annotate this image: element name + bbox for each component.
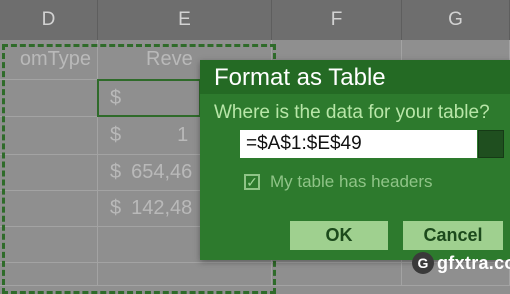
headers-checkbox-row[interactable]: ✓ My table has headers	[244, 172, 433, 192]
currency-symbol: $	[110, 161, 122, 183]
watermark-text: gfxtra.com	[437, 252, 510, 273]
currency-symbol: $	[110, 197, 122, 219]
cell-d7[interactable]	[0, 263, 98, 286]
cell-f7[interactable]	[272, 263, 402, 286]
collapse-dialog-button[interactable]	[478, 130, 504, 158]
range-field	[240, 130, 504, 158]
cell-e7[interactable]	[98, 263, 272, 286]
cell-d5[interactable]	[0, 191, 98, 227]
column-header-e[interactable]: E	[98, 0, 272, 40]
cancel-button[interactable]: Cancel	[403, 221, 503, 250]
cell-d3[interactable]	[0, 117, 98, 155]
cell-value: 1	[177, 124, 189, 146]
column-header-d[interactable]: D	[0, 0, 98, 40]
watermark: G gfxtra.com	[412, 252, 510, 274]
range-prompt-label: Where is the data for your table?	[214, 102, 490, 123]
range-input[interactable]	[240, 130, 477, 158]
cell-value: 654,46	[131, 161, 193, 183]
watermark-logo-icon: G	[412, 252, 434, 274]
ok-button[interactable]: OK	[290, 221, 388, 250]
checkmark-icon: ✓	[246, 173, 258, 190]
column-header-g[interactable]: G	[402, 0, 510, 40]
cell-value: 142,48	[131, 197, 193, 219]
currency-symbol: $	[110, 86, 122, 109]
currency-symbol: $	[110, 124, 122, 146]
column-header-f[interactable]: F	[272, 0, 402, 40]
headers-checkbox[interactable]: ✓	[244, 174, 260, 190]
dialog-title: Format as Table	[214, 64, 386, 91]
cell-d6[interactable]	[0, 227, 98, 263]
cell-d4[interactable]	[0, 155, 98, 191]
headers-checkbox-label: My table has headers	[270, 172, 433, 191]
cell-d2[interactable]	[0, 80, 98, 117]
cell-d1[interactable]: omType	[0, 40, 98, 80]
